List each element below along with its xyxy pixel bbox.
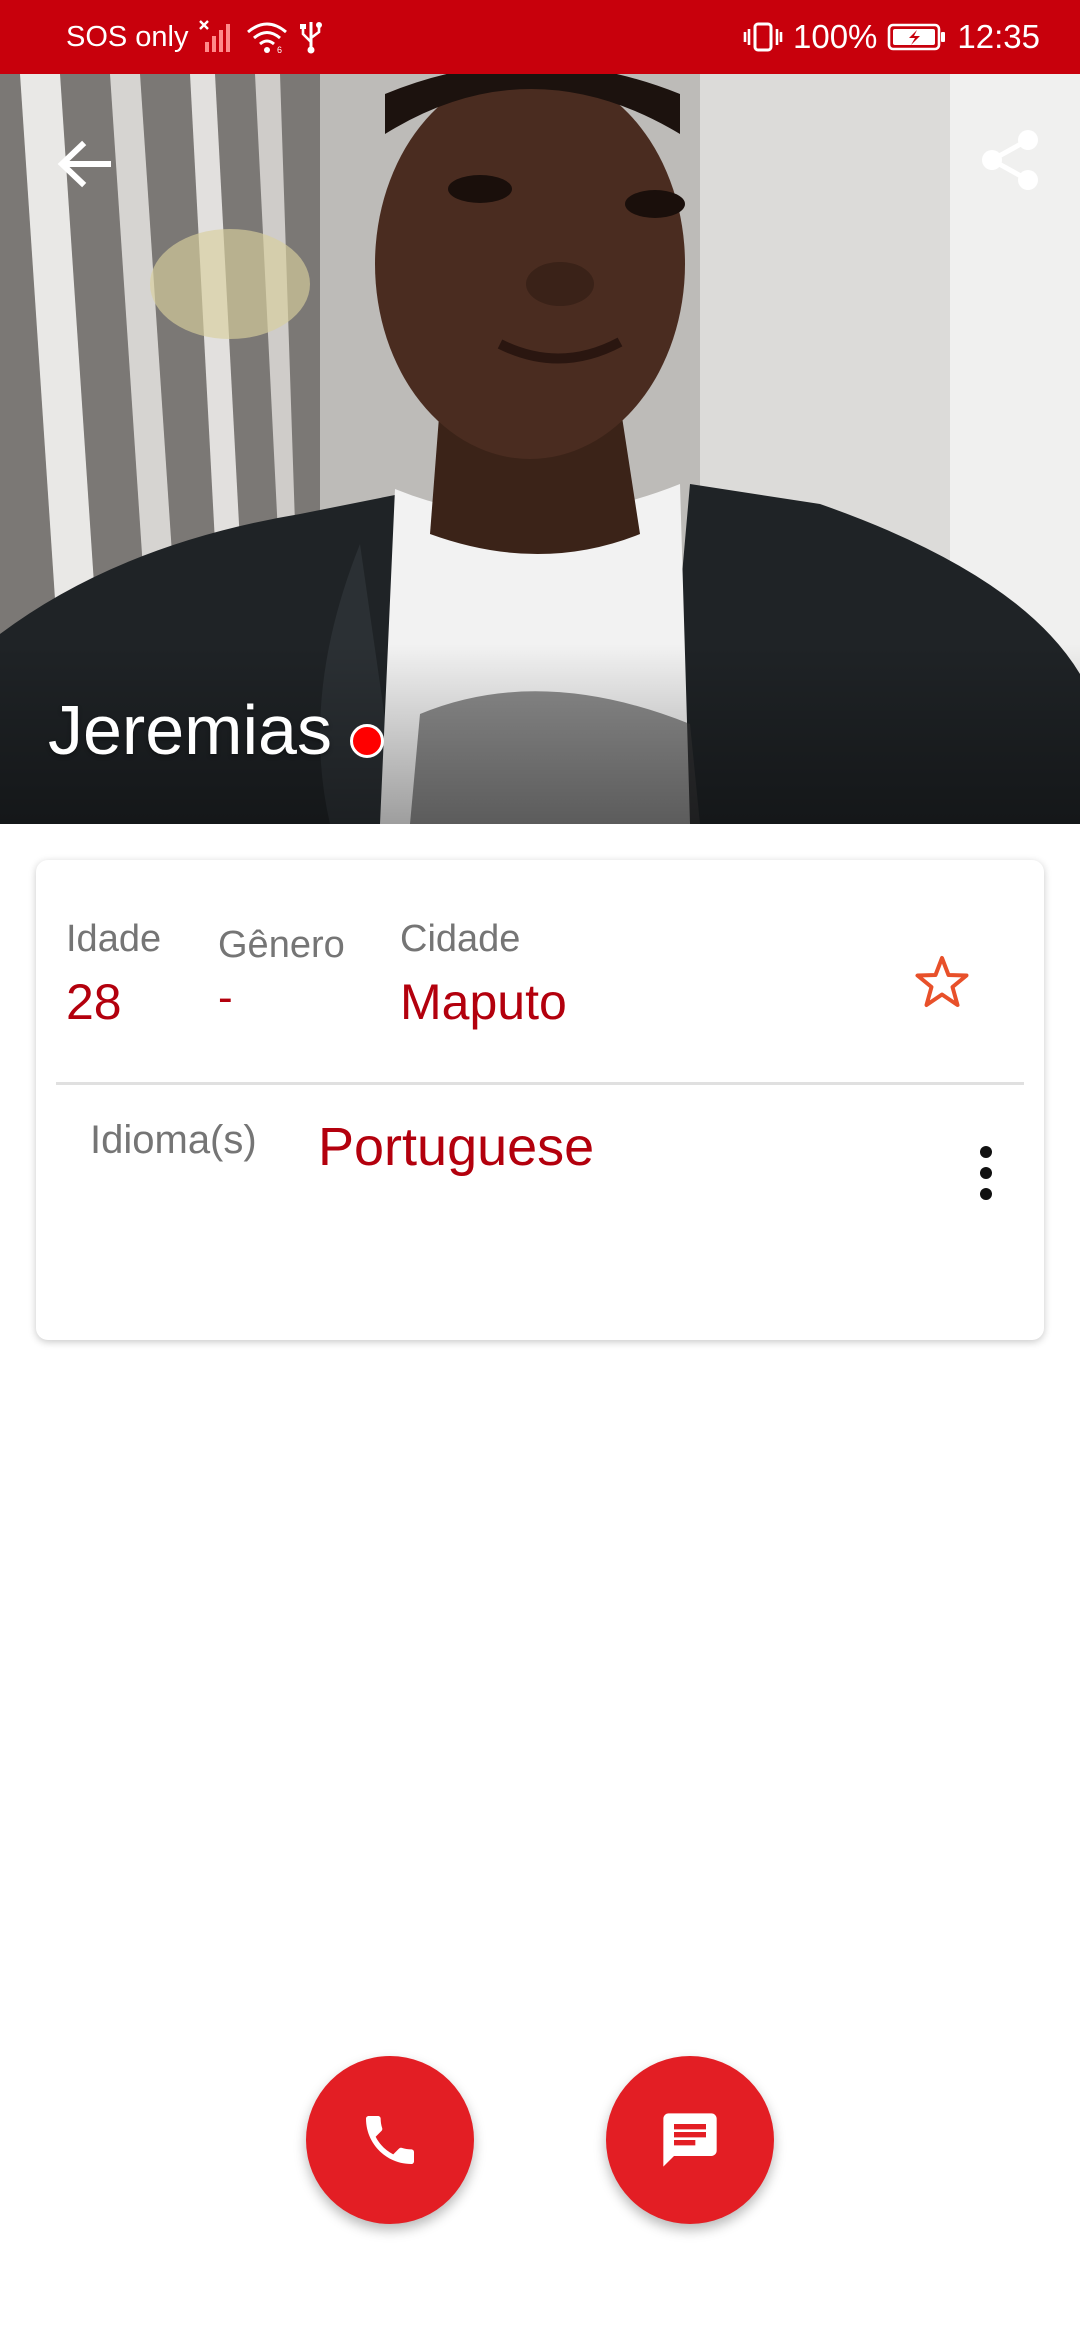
battery-charging-icon	[887, 22, 947, 52]
star-outline-icon	[915, 956, 969, 1007]
city-label: Cidade	[400, 918, 521, 960]
gender-field: Gênero -	[218, 924, 345, 1023]
profile-photo: Jeremias	[0, 74, 1080, 824]
usb-icon	[299, 20, 323, 54]
more-vertical-icon-dot	[980, 1146, 992, 1158]
gender-label: Gênero	[218, 924, 345, 966]
more-vertical-icon-dot	[980, 1167, 992, 1179]
phone-icon	[366, 2116, 414, 2164]
arrow-back-icon	[57, 140, 111, 188]
city-value: Maputo	[400, 974, 567, 1030]
clock: 12:35	[957, 18, 1040, 55]
age-field: Idade 28	[66, 918, 161, 1031]
call-button[interactable]	[306, 2056, 474, 2224]
chat-icon	[663, 2113, 717, 2167]
wifi-icon: 6	[245, 20, 289, 54]
more-vertical-icon-dot	[980, 1188, 992, 1200]
city-field: Cidade Maputo	[400, 918, 567, 1031]
languages-value: Portuguese	[318, 1117, 595, 1177]
message-button[interactable]	[606, 2056, 774, 2224]
online-status-indicator	[349, 724, 384, 758]
age-label: Idade	[66, 918, 162, 960]
more-options-button[interactable]	[956, 1128, 1016, 1218]
languages-label: Idioma(s)	[90, 1118, 257, 1162]
share-icon	[982, 130, 1038, 190]
gender-value: -	[218, 973, 233, 1022]
back-button[interactable]	[44, 124, 124, 204]
status-bar: SOS only 6 100% 12:35	[0, 0, 1080, 74]
profile-name-row: Jeremias	[48, 690, 384, 770]
battery-percent: 100%	[793, 18, 878, 55]
profile-name: Jeremias	[48, 691, 332, 769]
card-divider	[56, 1082, 1024, 1085]
status-left: SOS only 6	[66, 20, 323, 54]
status-right: 100% 12:35	[743, 18, 1040, 56]
favorite-button[interactable]	[902, 942, 982, 1022]
share-button[interactable]	[970, 120, 1050, 200]
vibrate-icon	[743, 20, 783, 54]
carrier-text: SOS only	[66, 20, 189, 53]
no-signal-icon	[198, 20, 235, 54]
age-value: 28	[66, 974, 122, 1030]
profile-info-card: Idade 28 Gênero - Cidade Maputo Idioma(s…	[36, 860, 1044, 1340]
svg-text:6: 6	[277, 45, 282, 54]
